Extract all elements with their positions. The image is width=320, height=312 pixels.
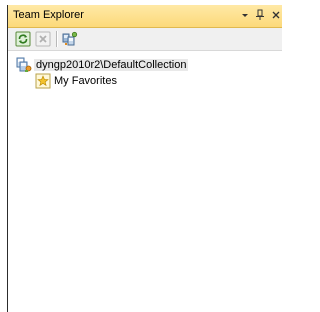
favorites-star-icon [35,73,51,89]
my-favorites-label: My Favorites [54,75,117,87]
window-position-dropdown-icon[interactable] [241,9,249,25]
window-title: Team Explorer [13,9,84,21]
team-collection-icon [16,57,32,72]
connect-to-team-project-icon [62,31,78,46]
refresh-icon [15,31,31,47]
close-icon[interactable] [271,9,281,25]
team-collection-label: dyngp2010r2\DefaultCollection [34,59,189,71]
stop-button[interactable] [35,31,51,47]
tree-item-my-favorites[interactable]: My Favorites [35,73,117,89]
team-explorer-window: Team Explorer dyngp2010r2\DefaultCollect… [7,5,282,312]
auto-hide-pin-icon[interactable] [255,9,265,25]
refresh-button[interactable] [15,31,31,47]
stop-icon [35,31,51,47]
connect-to-team-project-button[interactable] [62,31,78,47]
tree-item-team-collection[interactable]: dyngp2010r2\DefaultCollection [16,57,189,73]
window-title-bar[interactable]: Team Explorer [8,5,282,28]
team-explorer-toolbar [8,28,282,51]
toolbar-separator [56,31,58,47]
